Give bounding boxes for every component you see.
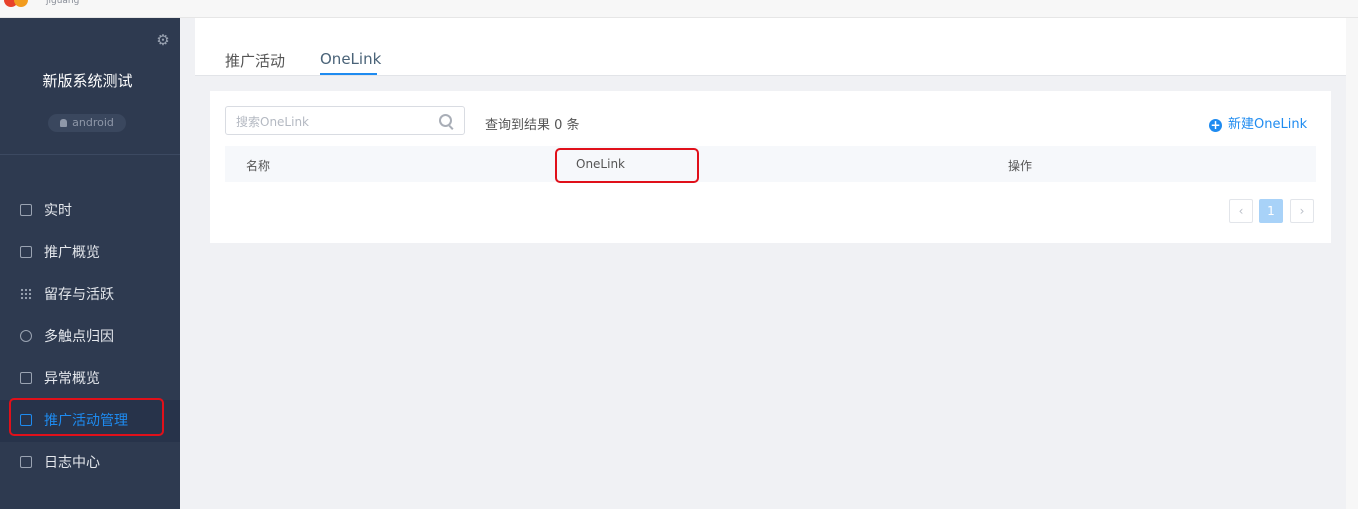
log-doc-icon xyxy=(20,456,32,468)
android-icon xyxy=(60,119,68,127)
new-onelink-label: 新建OneLink xyxy=(1228,117,1308,132)
window-edge xyxy=(1346,18,1358,509)
clock-doc-icon xyxy=(20,204,32,216)
sidebar-item-realtime[interactable]: 实时 xyxy=(0,190,180,232)
dot-grid-icon xyxy=(20,288,32,300)
sidebar-nav: 实时 推广概览 留存与活跃 多触点归因 异常概览 推广活动管理 日志中心 xyxy=(0,190,180,484)
sidebar-item-attribution[interactable]: 多触点归因 xyxy=(0,316,180,358)
sidebar-item-retention[interactable]: 留存与活跃 xyxy=(0,274,180,316)
brand-logo-icon xyxy=(4,0,34,7)
active-tab-indicator xyxy=(320,73,377,75)
highlight-box-onelink-column xyxy=(555,148,699,183)
tab-onelink[interactable]: OneLink xyxy=(320,50,381,68)
sidebar-item-anomaly[interactable]: 异常概览 xyxy=(0,358,180,400)
search-box xyxy=(225,106,465,136)
highlight-box-nav xyxy=(9,398,164,436)
pagination-page-button[interactable]: 1 xyxy=(1259,199,1283,223)
sidebar-item-label: 异常概览 xyxy=(44,371,100,387)
pagination-next-button[interactable]: › xyxy=(1290,199,1314,223)
tab-header: 推广活动 OneLink xyxy=(195,18,1346,76)
sidebar-item-label: 日志中心 xyxy=(44,455,100,471)
sidebar-item-label: 实时 xyxy=(44,203,72,219)
app-name: 新版系统测试 xyxy=(42,72,133,90)
sidebar-item-label: 留存与活跃 xyxy=(44,287,114,303)
alert-doc-icon xyxy=(20,372,32,384)
brand-logo-text: jiguang xyxy=(46,0,80,6)
sidebar-item-promo-overview[interactable]: 推广概览 xyxy=(0,232,180,274)
column-header-actions: 操作 xyxy=(1008,159,1033,173)
plus-circle-icon: + xyxy=(1209,118,1222,132)
result-count: 查询到结果 0 条 xyxy=(485,118,580,133)
onelink-panel: 查询到结果 0 条 + 新建OneLink 名称 OneLink 操作 ‹ 1 › xyxy=(210,91,1331,243)
gear-icon[interactable]: ⚙ xyxy=(155,32,171,48)
new-onelink-button[interactable]: + 新建OneLink xyxy=(1209,113,1307,132)
platform-badge: android xyxy=(48,114,126,132)
tab-campaigns[interactable]: 推广活动 xyxy=(225,50,285,71)
top-bar: jiguang xyxy=(0,0,1358,18)
sidebar-divider xyxy=(0,154,180,155)
target-icon xyxy=(20,330,32,342)
sidebar-item-log-center[interactable]: 日志中心 xyxy=(0,442,180,484)
pagination-prev-button[interactable]: ‹ xyxy=(1229,199,1253,223)
chart-image-icon xyxy=(20,246,32,258)
sidebar-item-label: 多触点归因 xyxy=(44,329,114,345)
search-icon[interactable] xyxy=(439,114,452,127)
platform-label: android xyxy=(72,116,114,129)
table-header: 名称 OneLink 操作 xyxy=(225,146,1316,182)
sidebar-item-label: 推广概览 xyxy=(44,245,100,261)
column-header-name: 名称 xyxy=(246,159,271,173)
search-input[interactable] xyxy=(226,107,438,136)
